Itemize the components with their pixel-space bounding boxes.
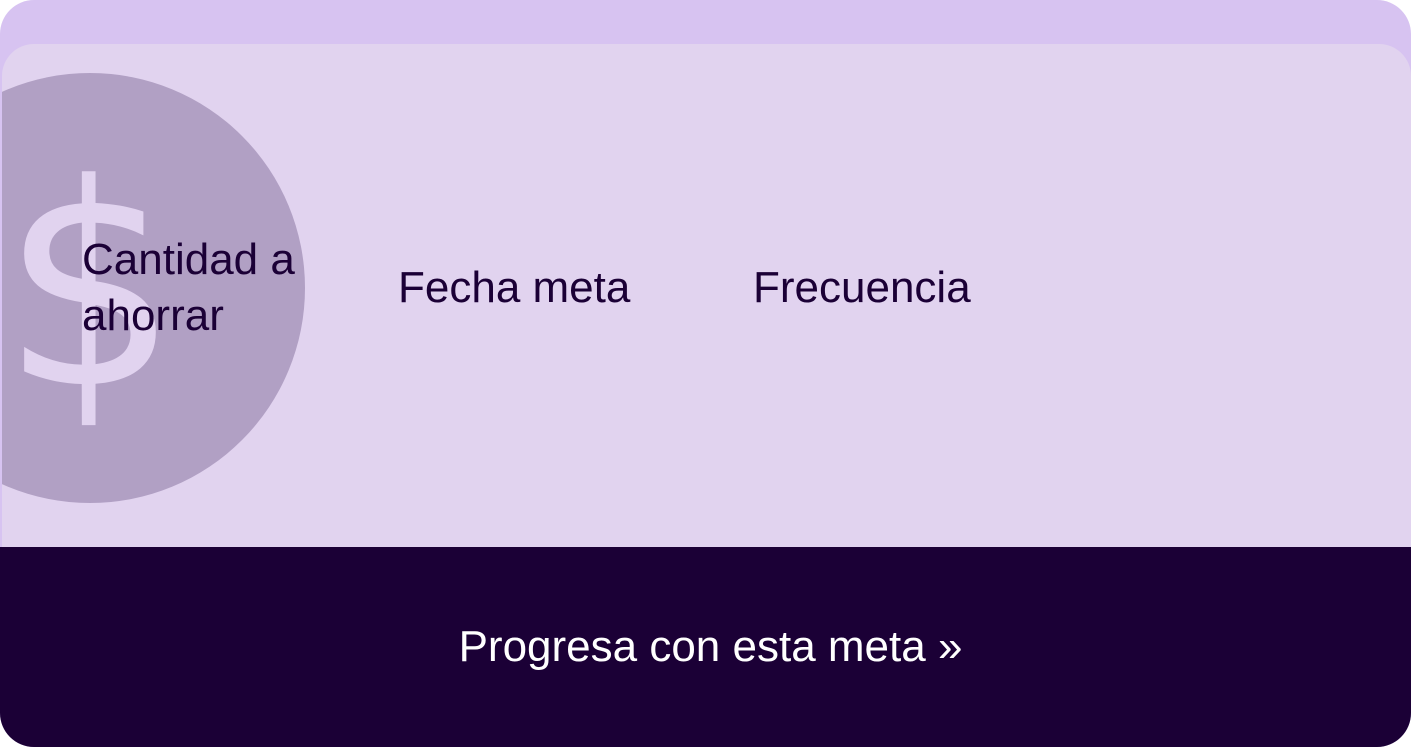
goal-details-panel: $ Cantidad a ahorrar Fecha meta Frecuenc…: [2, 44, 1411, 574]
savings-goal-card: $ Cantidad a ahorrar Fecha meta Frecuenc…: [0, 0, 1411, 747]
frequency-label: Frecuencia: [753, 263, 971, 312]
progress-goal-button[interactable]: Progresa con esta meta »: [0, 547, 1411, 747]
amount-to-save-label: Cantidad a ahorrar: [82, 235, 295, 340]
target-date-label: Fecha meta: [398, 263, 631, 312]
progress-goal-button-label: Progresa con esta meta »: [458, 622, 963, 671]
